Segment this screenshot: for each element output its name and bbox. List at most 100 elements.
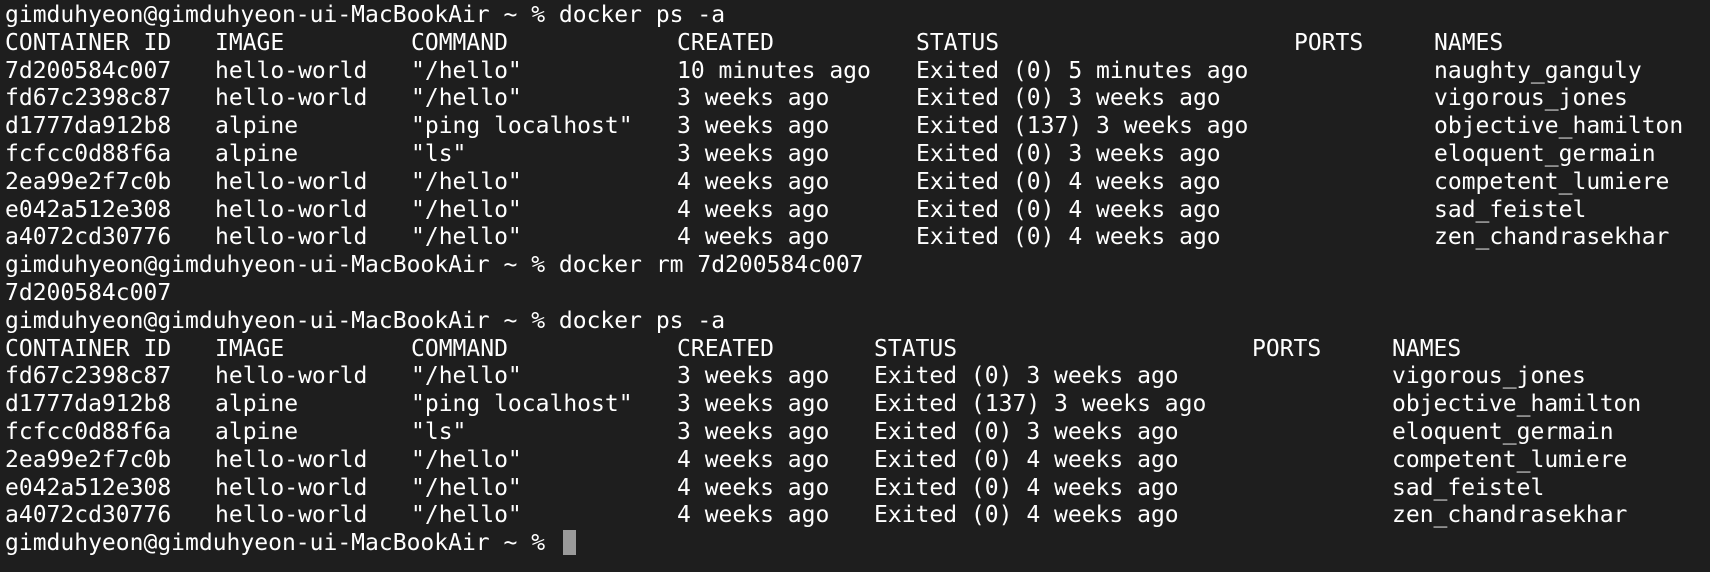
header-names: NAMES <box>1392 335 1462 362</box>
image-cell: hello-world <box>215 85 368 112</box>
header-created: CREATED <box>677 335 774 362</box>
created-cell: 3 weeks ago <box>677 418 830 445</box>
table-row: fd67c2398c87 hello-world "/hello" 3 weeks a… <box>5 85 1710 113</box>
created-cell: 4 weeks ago <box>677 168 830 195</box>
command-cell: "/hello" <box>411 57 522 84</box>
header-status: STATUS <box>916 29 1000 56</box>
status-cell: Exited (137) 3 weeks ago <box>916 113 1249 140</box>
command-line: gimduhyeon@gimduhyeon-ui-MacBookAir ~ % … <box>5 2 1710 30</box>
container-id-cell: fcfcc0d88f6a <box>5 418 172 445</box>
status-cell: Exited (0) 4 weeks ago <box>916 224 1221 251</box>
command-cell: "ping localhost" <box>411 391 633 418</box>
table-row: 2ea99e2f7c0b hello-world "/hello" 4 weeks a… <box>5 169 1710 197</box>
created-cell: 4 weeks ago <box>677 224 830 251</box>
created-cell: 4 weeks ago <box>677 502 830 529</box>
names-cell: eloquent_germain <box>1392 418 1614 445</box>
table-row: a4072cd30776 hello-world "/hello" 4 weeks a… <box>5 224 1710 252</box>
image-cell: hello-world <box>215 446 368 473</box>
status-cell: Exited (0) 3 weeks ago <box>874 363 1179 390</box>
table-row: a4072cd30776 hello-world "/hello" 4 weeks a… <box>5 502 1710 530</box>
status-cell: Exited (0) 4 weeks ago <box>916 196 1221 223</box>
image-cell: hello-world <box>215 474 368 501</box>
ports-cell <box>1294 224 1434 252</box>
status-cell: Exited (0) 3 weeks ago <box>916 140 1221 167</box>
header-created: CREATED <box>677 29 774 56</box>
command-cell: "/hello" <box>411 196 522 223</box>
command-cell: "/hello" <box>411 363 522 390</box>
image-cell: hello-world <box>215 196 368 223</box>
ports-cell <box>1252 475 1392 503</box>
names-cell: competent_lumiere <box>1434 168 1670 195</box>
created-cell: 3 weeks ago <box>677 391 830 418</box>
header-ports: PORTS <box>1294 29 1364 56</box>
ports-cell <box>1252 447 1392 475</box>
created-cell: 10 minutes ago <box>677 57 871 84</box>
status-cell: Exited (0) 4 weeks ago <box>874 474 1179 501</box>
created-cell: 3 weeks ago <box>677 140 830 167</box>
image-cell: alpine <box>215 140 299 167</box>
image-cell: hello-world <box>215 502 368 529</box>
image-cell: hello-world <box>215 224 368 251</box>
ports-cell <box>1252 419 1392 447</box>
active-prompt-line[interactable]: gimduhyeon@gimduhyeon-ui-MacBookAir ~ % <box>5 530 1710 558</box>
status-cell: Exited (0) 4 weeks ago <box>874 502 1179 529</box>
container-id-cell: e042a512e308 <box>5 196 172 223</box>
shell-prompt: gimduhyeon@gimduhyeon-ui-MacBookAir ~ % <box>5 530 559 557</box>
container-id-cell: a4072cd30776 <box>5 502 172 529</box>
created-cell: 3 weeks ago <box>677 85 830 112</box>
command-cell: "/hello" <box>411 224 522 251</box>
container-id-cell: fd67c2398c87 <box>5 363 172 390</box>
command-line: gimduhyeon@gimduhyeon-ui-MacBookAir ~ % … <box>5 252 1710 280</box>
ports-cell <box>1294 113 1434 141</box>
shell-prompt: gimduhyeon@gimduhyeon-ui-MacBookAir ~ % <box>5 252 559 279</box>
ports-cell <box>1252 391 1392 419</box>
command-cell: "ls" <box>411 418 467 445</box>
image-cell: alpine <box>215 418 299 445</box>
command-text: docker ps -a <box>558 2 726 28</box>
table-row: d1777da912b8 alpine "ping localhost" 3 week… <box>5 391 1710 419</box>
created-cell: 4 weeks ago <box>677 196 830 223</box>
table-row: 7d200584c007 hello-world "/hello" 10 minute… <box>5 58 1710 86</box>
names-cell: vigorous_jones <box>1392 363 1586 390</box>
container-table: CONTAINER ID IMAGE COMMAND CREATED STATU… <box>5 30 1710 252</box>
ports-cell <box>1252 502 1392 530</box>
image-cell: alpine <box>215 113 299 140</box>
container-id-cell: a4072cd30776 <box>5 224 172 251</box>
image-cell: hello-world <box>215 168 368 195</box>
container-id-cell: 7d200584c007 <box>5 57 172 84</box>
text-cursor <box>562 530 576 556</box>
header-command: COMMAND <box>411 335 508 362</box>
created-cell: 4 weeks ago <box>677 446 830 473</box>
ports-cell <box>1294 58 1434 86</box>
table-header-row: CONTAINER ID IMAGE COMMAND CREATED STATU… <box>5 336 1710 364</box>
header-names: NAMES <box>1434 29 1504 56</box>
names-cell: naughty_ganguly <box>1434 57 1642 84</box>
ports-cell <box>1294 169 1434 197</box>
names-cell: objective_hamilton <box>1392 391 1642 418</box>
ports-cell <box>1252 363 1392 391</box>
table-header-row: CONTAINER ID IMAGE COMMAND CREATED STATU… <box>5 30 1710 58</box>
created-cell: 3 weeks ago <box>677 113 830 140</box>
header-container-id: CONTAINER ID <box>5 29 172 56</box>
command-cell: "/hello" <box>411 502 522 529</box>
status-cell: Exited (0) 3 weeks ago <box>874 418 1179 445</box>
container-id-cell: fcfcc0d88f6a <box>5 140 172 167</box>
container-id-cell: 2ea99e2f7c0b <box>5 446 172 473</box>
command-cell: "/hello" <box>411 168 522 195</box>
table-row: fcfcc0d88f6a alpine "ls" 3 weeks ago Exited … <box>5 141 1710 169</box>
names-cell: zen_chandrasekhar <box>1434 224 1670 251</box>
ports-cell <box>1294 197 1434 225</box>
command-cell: "/hello" <box>411 446 522 473</box>
header-command: COMMAND <box>411 29 508 56</box>
terminal-window[interactable]: gimduhyeon@gimduhyeon-ui-MacBookAir ~ % … <box>0 0 1710 572</box>
table-row: fd67c2398c87 hello-world "/hello" 3 weeks a… <box>5 363 1710 391</box>
header-image: IMAGE <box>215 29 285 56</box>
names-cell: competent_lumiere <box>1392 446 1628 473</box>
names-cell: sad_feistel <box>1392 474 1545 501</box>
command-line: gimduhyeon@gimduhyeon-ui-MacBookAir ~ % … <box>5 308 1710 336</box>
names-cell: vigorous_jones <box>1434 85 1628 112</box>
names-cell: sad_feistel <box>1434 196 1587 223</box>
names-cell: zen_chandrasekhar <box>1392 502 1628 529</box>
status-cell: Exited (0) 4 weeks ago <box>916 168 1221 195</box>
command-text: docker rm 7d200584c007 <box>558 252 864 279</box>
